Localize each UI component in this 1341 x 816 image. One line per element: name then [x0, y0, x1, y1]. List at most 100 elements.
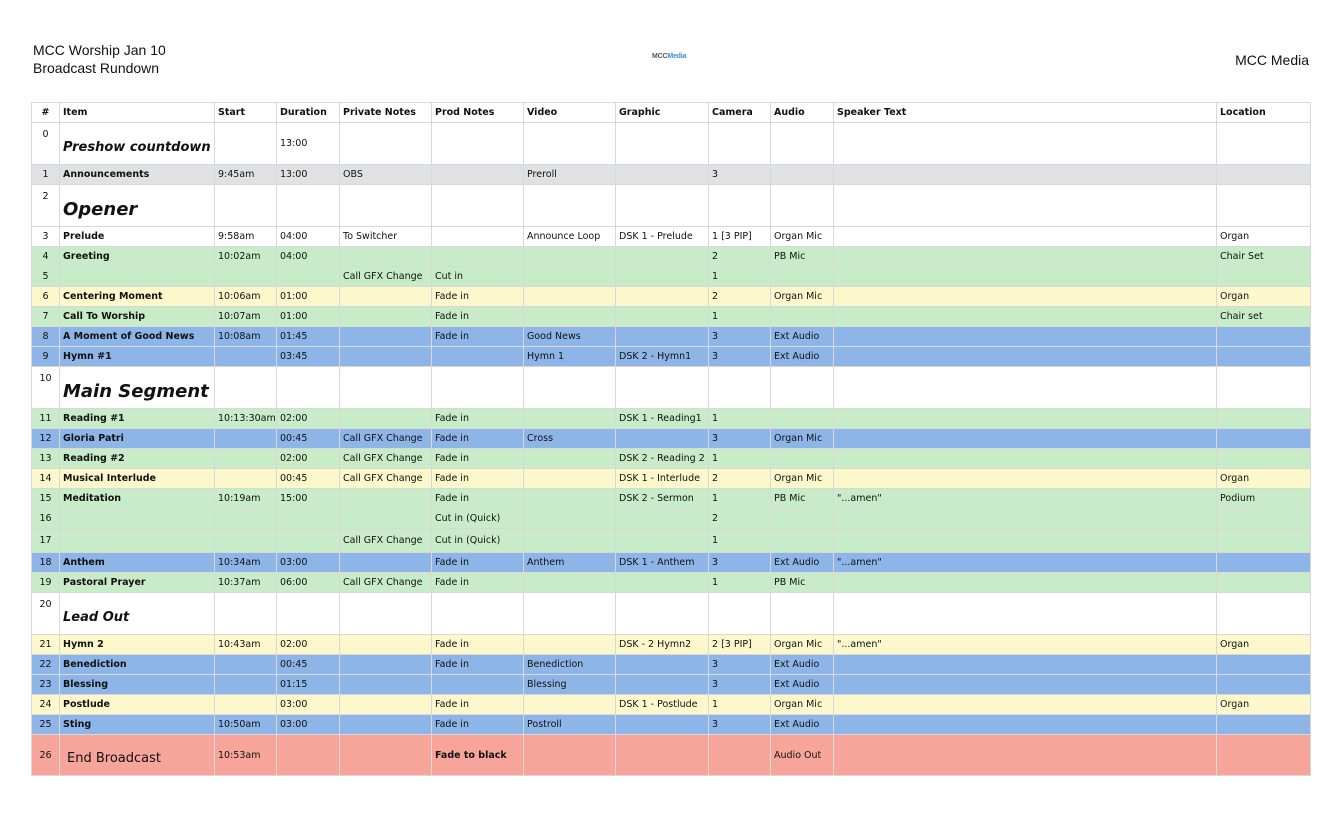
cell-speaker-text[interactable]: [833, 734, 1217, 776]
cell-duration[interactable]: [276, 508, 340, 529]
cell-graphic[interactable]: DSK 1 - Interlude: [615, 468, 709, 489]
table-row[interactable]: 18 Anthem 10:34am 03:00 Fade in Anthem DSK 1 -…: [31, 552, 1311, 573]
cell-speaker-text[interactable]: [833, 714, 1217, 735]
segment-row[interactable]: 20 Lead Out: [31, 592, 1311, 635]
col-header-graphic[interactable]: Graphic: [615, 102, 709, 123]
cell-video[interactable]: Preroll: [523, 164, 616, 185]
cell-num[interactable]: 25: [31, 714, 60, 735]
cell-private-notes[interactable]: To Switcher: [339, 226, 432, 247]
cell-audio[interactable]: [770, 164, 834, 185]
cell-start[interactable]: [214, 346, 277, 367]
cell-location[interactable]: [1216, 428, 1311, 449]
cell-duration[interactable]: [276, 734, 340, 776]
col-header-duration[interactable]: Duration: [276, 102, 340, 123]
cell-duration[interactable]: 02:00: [276, 634, 340, 655]
cell-graphic[interactable]: DSK 2 - Sermon: [615, 488, 709, 509]
cell-private-notes[interactable]: [339, 592, 432, 635]
cell-graphic[interactable]: DSK 1 - Reading1: [615, 408, 709, 429]
cell-video[interactable]: [523, 572, 616, 593]
cell-audio[interactable]: [770, 592, 834, 635]
cell-video[interactable]: [523, 184, 616, 227]
cell-private-notes[interactable]: Call GFX Change: [339, 266, 432, 287]
cell-video[interactable]: [523, 448, 616, 469]
cell-location[interactable]: [1216, 572, 1311, 593]
cell-item[interactable]: Announcements: [59, 164, 215, 185]
cell-item[interactable]: Hymn #1: [59, 346, 215, 367]
cell-camera[interactable]: 3: [708, 164, 771, 185]
cell-start[interactable]: [214, 448, 277, 469]
cell-location[interactable]: Chair Set: [1216, 246, 1311, 267]
col-header-audio[interactable]: Audio: [770, 102, 834, 123]
cell-speaker-text[interactable]: "...amen": [833, 634, 1217, 655]
cell-audio[interactable]: Organ Mic: [770, 694, 834, 715]
cell-location[interactable]: [1216, 164, 1311, 185]
cell-camera[interactable]: 1: [708, 408, 771, 429]
cell-start[interactable]: [214, 122, 277, 165]
cell-video[interactable]: Hymn 1: [523, 346, 616, 367]
col-header-video[interactable]: Video: [523, 102, 616, 123]
cell-duration[interactable]: 01:00: [276, 306, 340, 327]
cell-item[interactable]: Lead Out: [59, 592, 215, 635]
cell-num[interactable]: 11: [31, 408, 60, 429]
cell-audio[interactable]: PB Mic: [770, 488, 834, 509]
cell-graphic[interactable]: [615, 184, 709, 227]
cell-location[interactable]: Organ: [1216, 468, 1311, 489]
cell-camera[interactable]: 3: [708, 428, 771, 449]
cell-location[interactable]: Podium: [1216, 488, 1311, 509]
cell-location[interactable]: [1216, 326, 1311, 347]
cell-video[interactable]: [523, 508, 616, 529]
cell-private-notes[interactable]: Call GFX Change: [339, 448, 432, 469]
cell-duration[interactable]: 06:00: [276, 572, 340, 593]
col-header-camera[interactable]: Camera: [708, 102, 771, 123]
cell-graphic[interactable]: [615, 122, 709, 165]
cell-camera[interactable]: 2: [708, 286, 771, 307]
cell-duration[interactable]: 01:45: [276, 326, 340, 347]
cell-private-notes[interactable]: Call GFX Change: [339, 468, 432, 489]
cell-speaker-text[interactable]: [833, 184, 1217, 227]
cell-video[interactable]: [523, 528, 616, 553]
cell-prod-notes[interactable]: Fade in: [431, 694, 524, 715]
cell-video[interactable]: [523, 266, 616, 287]
cell-audio[interactable]: Organ Mic: [770, 634, 834, 655]
cell-start[interactable]: 10:07am: [214, 306, 277, 327]
cell-location[interactable]: [1216, 346, 1311, 367]
cell-prod-notes[interactable]: Fade in: [431, 326, 524, 347]
cell-start[interactable]: [214, 266, 277, 287]
cell-speaker-text[interactable]: [833, 508, 1217, 529]
cell-prod-notes[interactable]: Fade in: [431, 634, 524, 655]
cell-private-notes[interactable]: Call GFX Change: [339, 572, 432, 593]
cell-start[interactable]: [214, 468, 277, 489]
cell-video[interactable]: [523, 306, 616, 327]
cell-speaker-text[interactable]: [833, 366, 1217, 409]
cell-start[interactable]: 10:53am: [214, 734, 277, 776]
cell-video[interactable]: [523, 366, 616, 409]
cell-duration[interactable]: 00:45: [276, 468, 340, 489]
cell-graphic[interactable]: DSK 2 - Hymn1: [615, 346, 709, 367]
cell-audio[interactable]: Audio Out: [770, 734, 834, 776]
cell-item[interactable]: Main Segment: [59, 366, 215, 409]
cell-location[interactable]: Organ: [1216, 634, 1311, 655]
cell-audio[interactable]: PB Mic: [770, 572, 834, 593]
cell-prod-notes[interactable]: Fade in: [431, 428, 524, 449]
cell-speaker-text[interactable]: [833, 528, 1217, 553]
cell-location[interactable]: Organ: [1216, 286, 1311, 307]
cell-start[interactable]: 10:37am: [214, 572, 277, 593]
table-row[interactable]: 15 Meditation 10:19am 15:00 Fade in DSK 2 - S…: [31, 488, 1311, 509]
cell-speaker-text[interactable]: [833, 164, 1217, 185]
cell-prod-notes[interactable]: Fade in: [431, 488, 524, 509]
cell-location[interactable]: [1216, 184, 1311, 227]
cell-duration[interactable]: [276, 528, 340, 553]
cell-location[interactable]: [1216, 654, 1311, 675]
cell-graphic[interactable]: DSK - 2 Hymn2: [615, 634, 709, 655]
cell-item[interactable]: Centering Moment: [59, 286, 215, 307]
table-row[interactable]: 19 Pastoral Prayer 10:37am 06:00 Call GFX Ch…: [31, 572, 1311, 593]
table-row[interactable]: 21 Hymn 2 10:43am 02:00 Fade in DSK - 2 Hymn2…: [31, 634, 1311, 655]
cell-private-notes[interactable]: [339, 714, 432, 735]
cell-start[interactable]: 10:06am: [214, 286, 277, 307]
cell-graphic[interactable]: [615, 306, 709, 327]
cell-private-notes[interactable]: [339, 552, 432, 573]
cell-audio[interactable]: [770, 184, 834, 227]
cell-item[interactable]: Greeting: [59, 246, 215, 267]
table-row[interactable]: 5 Call GFX Change Cut in 1: [31, 266, 1311, 287]
cell-start[interactable]: 9:58am: [214, 226, 277, 247]
